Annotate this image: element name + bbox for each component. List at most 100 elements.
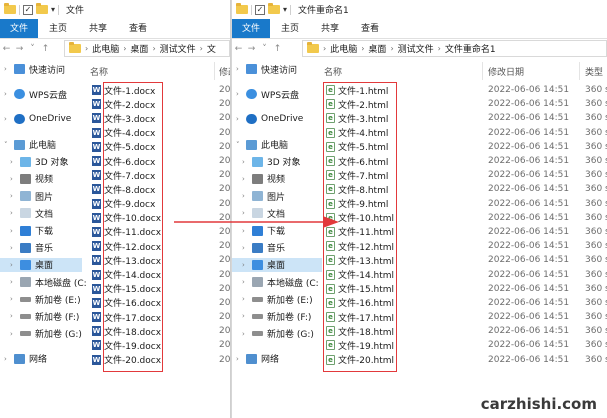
chevron-right-icon[interactable]: › — [361, 44, 364, 53]
expand-chevron-icon[interactable]: › — [10, 261, 13, 269]
properties-icon[interactable]: ✓ — [255, 4, 265, 15]
expand-chevron-icon[interactable]: › — [236, 355, 239, 363]
breadcrumb-item[interactable]: 测试文件 — [160, 42, 196, 55]
file-row[interactable]: e文件-18.html 2022-06-06 14:51 360 s — [322, 324, 607, 338]
forward-icon[interactable]: → — [13, 44, 26, 54]
nav-music[interactable]: › 音乐 — [232, 241, 322, 255]
expand-chevron-icon[interactable]: › — [10, 209, 13, 217]
nav-onedrive[interactable]: › OneDrive — [0, 112, 82, 126]
expand-chevron-icon[interactable]: › — [10, 244, 13, 252]
nav-wps-cloud[interactable]: › WPS云盘 — [0, 87, 82, 101]
address-bar[interactable]: › 此电脑 › 桌面 › 测试文件 › 文 — [64, 40, 230, 57]
back-icon[interactable]: ← — [0, 44, 13, 54]
file-row[interactable]: e文件-4.html 2022-06-06 14:51 360 s — [322, 126, 607, 140]
file-row[interactable]: e文件-10.html2022-06-06 14:51360 s — [322, 211, 607, 225]
nav-quick-access[interactable]: › 快速访问 — [232, 62, 322, 76]
expand-chevron-icon[interactable]: › — [4, 355, 7, 363]
tab-home[interactable]: 主页 — [270, 19, 310, 38]
chevron-right-icon[interactable]: › — [323, 44, 326, 53]
expand-chevron-icon[interactable]: › — [242, 244, 245, 252]
nav-this-pc[interactable]: ˅ 此电脑 — [0, 138, 82, 152]
file-row[interactable]: e文件-8.html 2022-06-06 14:51 360 s — [322, 182, 607, 196]
expand-chevron-icon[interactable]: › — [10, 312, 13, 320]
expand-chevron-icon[interactable]: › — [242, 330, 245, 338]
file-row[interactable]: e文件-1.html 2022-06-06 14:51 360 s — [322, 83, 607, 97]
tab-file[interactable]: 文件 — [232, 19, 271, 38]
file-row[interactable]: e文件-5.html 2022-06-06 14:51 360 s — [322, 140, 607, 154]
chevron-down-icon[interactable]: ▾ — [283, 5, 287, 14]
file-row[interactable]: W 文件-16.docx 20 — [88, 296, 230, 310]
address-bar[interactable]: › 此电脑 › 桌面 › 测试文件 › 文件重命名1 — [302, 40, 607, 57]
file-row[interactable]: e文件-13.html 2022-06-06 14:51 360 s — [322, 253, 607, 267]
expand-chevron-icon[interactable]: › — [236, 90, 239, 98]
file-row[interactable]: W 文件-4.docx 20 — [88, 126, 230, 140]
tab-view[interactable]: 查看 — [350, 19, 390, 38]
expand-chevron-icon[interactable]: › — [4, 65, 7, 73]
nav-3d-objects[interactable]: › 3D 对象 — [232, 155, 322, 169]
chevron-right-icon[interactable]: › — [438, 44, 441, 53]
file-row[interactable]: W 文件-3.docx 20 — [88, 111, 230, 125]
column-name[interactable]: 名称 — [90, 65, 108, 78]
chevron-right-icon[interactable]: › — [390, 44, 393, 53]
expand-chevron-icon[interactable]: › — [242, 261, 245, 269]
chevron-right-icon[interactable]: › — [152, 44, 155, 53]
file-row[interactable]: e文件-19.html 2022-06-06 14:51 360 s — [322, 338, 607, 352]
nav-desktop[interactable]: › 桌面 — [0, 257, 82, 272]
nav-videos[interactable]: › 视频 — [232, 172, 322, 186]
nav-drive-f[interactable]: › 新加卷 (F:) — [0, 309, 82, 323]
file-row[interactable]: e文件-11.html 2022-06-06 14:51 360 s — [322, 225, 607, 239]
file-row[interactable]: e文件-6.html 2022-06-06 14:51 360 s — [322, 154, 607, 168]
chevron-right-icon[interactable]: › — [200, 44, 203, 53]
nav-wps-cloud[interactable]: › WPS云盘 — [232, 87, 322, 101]
column-divider[interactable] — [579, 62, 580, 80]
column-type[interactable]: 类型 — [585, 65, 603, 78]
nav-drive-c[interactable]: › 本地磁盘 (C: — [232, 275, 322, 289]
nav-drive-f[interactable]: › 新加卷 (F:) — [232, 309, 322, 323]
breadcrumb-item[interactable]: 桌面 — [130, 42, 148, 55]
chevron-right-icon[interactable]: › — [123, 44, 126, 53]
nav-desktop[interactable]: › 桌面 — [232, 257, 322, 272]
breadcrumb-item[interactable]: 文件重命名1 — [445, 42, 496, 55]
back-icon[interactable]: ← — [232, 44, 245, 54]
file-row[interactable]: e文件-2.html 2022-06-06 14:51 360 s — [322, 97, 607, 111]
breadcrumb-item[interactable]: 桌面 — [368, 42, 386, 55]
nav-drive-g[interactable]: › 新加卷 (G:) — [0, 327, 82, 341]
column-name[interactable]: 名称 — [324, 65, 342, 78]
expand-chevron-icon[interactable]: › — [242, 278, 245, 286]
expand-chevron-icon[interactable]: › — [10, 158, 13, 166]
nav-drive-e[interactable]: › 新加卷 (E:) — [232, 292, 322, 306]
file-row[interactable]: W 文件-12.docx 20 — [88, 239, 230, 253]
expand-chevron-icon[interactable]: › — [242, 192, 245, 200]
expand-chevron-icon[interactable]: › — [242, 175, 245, 183]
recent-chevron-icon[interactable]: ˅ — [258, 44, 271, 54]
expand-chevron-icon[interactable]: › — [242, 158, 245, 166]
chevron-down-icon[interactable]: ▾ — [51, 5, 55, 14]
nav-network[interactable]: › 网络 — [232, 352, 322, 366]
file-row[interactable]: W 文件-9.docx 20 — [88, 197, 230, 211]
file-row[interactable]: W 文件-14.docx 20 — [88, 267, 230, 281]
file-row[interactable]: e文件-7.html 2022-06-06 14:51 360 s — [322, 168, 607, 182]
file-row[interactable]: W 文件-1.docx 20 — [88, 83, 230, 97]
forward-icon[interactable]: → — [245, 44, 258, 54]
breadcrumb-item[interactable]: 此电脑 — [330, 42, 357, 55]
file-row[interactable]: W 文件-20.docx 20 — [88, 353, 230, 367]
tab-share[interactable]: 共享 — [78, 19, 118, 38]
file-row[interactable]: W 文件-5.docx 20 — [88, 140, 230, 154]
file-row[interactable]: W 文件-15.docx 20 — [88, 282, 230, 296]
breadcrumb-item[interactable]: 测试文件 — [398, 42, 434, 55]
expand-chevron-icon[interactable]: › — [10, 278, 13, 286]
expand-chevron-icon[interactable]: › — [10, 295, 13, 303]
nav-pictures[interactable]: › 图片 — [0, 189, 82, 203]
nav-documents[interactable]: › 文档 — [0, 206, 82, 220]
expand-chevron-icon[interactable]: › — [4, 90, 7, 98]
column-divider[interactable] — [214, 62, 215, 80]
file-row[interactable]: e文件-3.html 2022-06-06 14:51 360 s — [322, 111, 607, 125]
expand-chevron-icon[interactable]: › — [10, 192, 13, 200]
breadcrumb-item[interactable]: 文 — [207, 42, 216, 55]
nav-music[interactable]: › 音乐 — [0, 241, 82, 255]
expand-chevron-icon[interactable]: › — [10, 330, 13, 338]
up-icon[interactable]: ↑ — [39, 44, 52, 54]
file-row[interactable]: e文件-12.html 2022-06-06 14:51 360 s — [322, 239, 607, 253]
file-row[interactable]: W 文件-13.docx 20 — [88, 253, 230, 267]
expand-chevron-icon[interactable]: › — [242, 312, 245, 320]
